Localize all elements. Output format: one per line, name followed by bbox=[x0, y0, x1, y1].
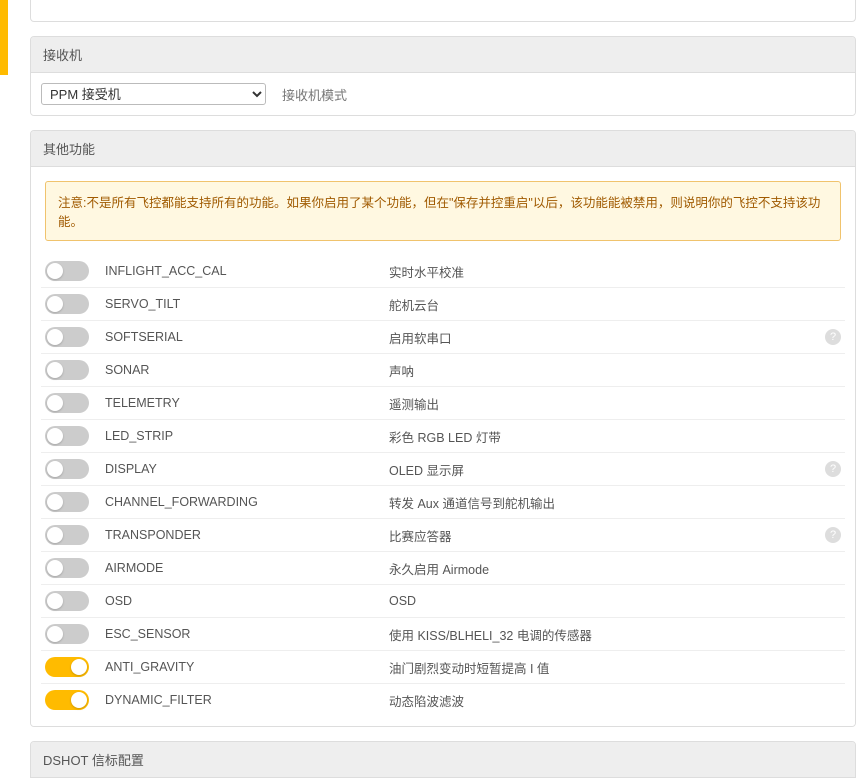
feature-row: INFLIGHT_ACC_CAL实时水平校准 bbox=[41, 255, 845, 288]
feature-row: DYNAMIC_FILTER动态陷波滤波 bbox=[41, 684, 845, 716]
feature-toggle[interactable] bbox=[45, 294, 89, 314]
toggle-knob bbox=[47, 527, 63, 543]
feature-toggle[interactable] bbox=[45, 261, 89, 281]
feature-desc: 永久启用 Airmode bbox=[389, 559, 841, 578]
help-icon[interactable]: ? bbox=[825, 527, 841, 543]
feature-desc: 比赛应答器 bbox=[389, 526, 817, 545]
feature-desc: OLED 显示屏 bbox=[389, 460, 817, 479]
feature-row: SONAR声呐 bbox=[41, 354, 845, 387]
feature-name: INFLIGHT_ACC_CAL bbox=[89, 264, 389, 278]
feature-name: DYNAMIC_FILTER bbox=[89, 693, 389, 707]
toggle-knob bbox=[47, 461, 63, 477]
feature-toggle[interactable] bbox=[45, 327, 89, 347]
toggle-knob bbox=[47, 296, 63, 312]
feature-desc: 油门剧烈变动时短暂提高 I 值 bbox=[389, 658, 841, 677]
feature-name: AIRMODE bbox=[89, 561, 389, 575]
receiver-mode-label: 接收机模式 bbox=[282, 85, 347, 104]
feature-desc: 使用 KISS/BLHELI_32 电调的传感器 bbox=[389, 625, 841, 644]
help-icon[interactable]: ? bbox=[825, 461, 841, 477]
feature-row: SOFTSERIAL启用软串口? bbox=[41, 321, 845, 354]
feature-desc: 声呐 bbox=[389, 361, 841, 380]
receiver-panel: 接收机 PPM 接受机 接收机模式 bbox=[30, 36, 856, 116]
feature-row: LED_STRIP彩色 RGB LED 灯带 bbox=[41, 420, 845, 453]
feature-toggle[interactable] bbox=[45, 690, 89, 710]
feature-name: OSD bbox=[89, 594, 389, 608]
feature-name: CHANNEL_FORWARDING bbox=[89, 495, 389, 509]
feature-toggle[interactable] bbox=[45, 657, 89, 677]
feature-name: ESC_SENSOR bbox=[89, 627, 389, 641]
features-warning: 注意:不是所有飞控都能支持所有的功能。如果你启用了某个功能，但在"保存并控重启"… bbox=[45, 181, 841, 241]
feature-desc: 彩色 RGB LED 灯带 bbox=[389, 427, 841, 446]
feature-toggle[interactable] bbox=[45, 492, 89, 512]
dshot-panel: DSHOT 信标配置 bbox=[30, 741, 856, 778]
feature-row: OSDOSD bbox=[41, 585, 845, 618]
other-features-header: 其他功能 bbox=[31, 131, 855, 167]
sidebar-accent bbox=[0, 0, 8, 75]
feature-toggle[interactable] bbox=[45, 525, 89, 545]
feature-toggle[interactable] bbox=[45, 558, 89, 578]
toggle-knob bbox=[47, 428, 63, 444]
toggle-knob bbox=[47, 560, 63, 576]
feature-row: TELEMETRY遥测输出 bbox=[41, 387, 845, 420]
toggle-knob bbox=[47, 494, 63, 510]
receiver-panel-header: 接收机 bbox=[31, 37, 855, 73]
help-icon[interactable]: ? bbox=[825, 329, 841, 345]
toggle-knob bbox=[71, 692, 87, 708]
toggle-knob bbox=[47, 263, 63, 279]
feature-desc: 实时水平校准 bbox=[389, 262, 841, 281]
toggle-knob bbox=[47, 626, 63, 642]
other-features-panel: 其他功能 注意:不是所有飞控都能支持所有的功能。如果你启用了某个功能，但在"保存… bbox=[30, 130, 856, 727]
dshot-panel-header: DSHOT 信标配置 bbox=[31, 742, 855, 777]
feature-name: LED_STRIP bbox=[89, 429, 389, 443]
feature-row: CHANNEL_FORWARDING转发 Aux 通道信号到舵机输出 bbox=[41, 486, 845, 519]
toggle-knob bbox=[47, 329, 63, 345]
feature-toggle[interactable] bbox=[45, 624, 89, 644]
feature-row: AIRMODE永久启用 Airmode bbox=[41, 552, 845, 585]
feature-toggle[interactable] bbox=[45, 591, 89, 611]
feature-desc: 动态陷波滤波 bbox=[389, 691, 841, 710]
toggle-knob bbox=[47, 362, 63, 378]
toggle-knob bbox=[71, 659, 87, 675]
feature-name: SOFTSERIAL bbox=[89, 330, 389, 344]
feature-row: ESC_SENSOR使用 KISS/BLHELI_32 电调的传感器 bbox=[41, 618, 845, 651]
feature-toggle[interactable] bbox=[45, 360, 89, 380]
feature-desc: 转发 Aux 通道信号到舵机输出 bbox=[389, 493, 841, 512]
feature-name: TRANSPONDER bbox=[89, 528, 389, 542]
feature-name: SERVO_TILT bbox=[89, 297, 389, 311]
feature-row: ANTI_GRAVITY油门剧烈变动时短暂提高 I 值 bbox=[41, 651, 845, 684]
feature-desc: 遥测输出 bbox=[389, 394, 841, 413]
toggle-knob bbox=[47, 593, 63, 609]
feature-row: TRANSPONDER比赛应答器? bbox=[41, 519, 845, 552]
feature-name: TELEMETRY bbox=[89, 396, 389, 410]
feature-toggle[interactable] bbox=[45, 459, 89, 479]
feature-name: SONAR bbox=[89, 363, 389, 377]
feature-toggle[interactable] bbox=[45, 393, 89, 413]
feature-toggle[interactable] bbox=[45, 426, 89, 446]
toggle-knob bbox=[47, 395, 63, 411]
feature-name: ANTI_GRAVITY bbox=[89, 660, 389, 674]
feature-row: DISPLAYOLED 显示屏? bbox=[41, 453, 845, 486]
features-list: INFLIGHT_ACC_CAL实时水平校准SERVO_TILT舵机云台SOFT… bbox=[41, 255, 845, 716]
feature-desc: 舵机云台 bbox=[389, 295, 841, 314]
feature-desc: OSD bbox=[389, 594, 841, 608]
feature-name: DISPLAY bbox=[89, 462, 389, 476]
receiver-mode-select[interactable]: PPM 接受机 bbox=[41, 83, 266, 105]
feature-row: SERVO_TILT舵机云台 bbox=[41, 288, 845, 321]
previous-panel-bottom bbox=[30, 0, 856, 22]
feature-desc: 启用软串口 bbox=[389, 328, 817, 347]
